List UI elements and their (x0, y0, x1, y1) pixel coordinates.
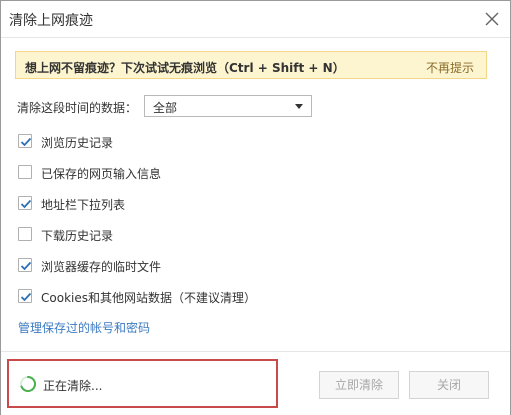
option-label: 地址栏下拉列表 (41, 198, 126, 212)
clear-browsing-data-dialog: 清除上网痕迹 想上网不留痕迹？下次试试无痕浏览（Ctrl + Shift + N… (0, 0, 511, 415)
incognito-tip-banner: 想上网不留痕迹？下次试试无痕浏览（Ctrl + Shift + N） 不再提示 (15, 51, 487, 79)
checkmark-icon (20, 292, 32, 302)
loading-spinner-icon (20, 375, 37, 392)
close-icon (485, 12, 499, 26)
time-range-value: 全部 (153, 101, 178, 115)
banner-text: 想上网不留痕迹？下次试试无痕浏览（Ctrl + Shift + N） (25, 61, 345, 75)
checkbox-cached-files[interactable] (18, 258, 32, 272)
checkmark-icon (20, 261, 32, 271)
close-button[interactable] (482, 9, 502, 29)
dialog-footer: 正在清除... 立即清除 关闭 (1, 351, 510, 415)
manage-passwords-link[interactable]: 管理保存过的帐号和密码 (18, 319, 150, 336)
time-range-select[interactable]: 全部 (144, 95, 312, 117)
checkbox-saved-form-data[interactable] (18, 165, 32, 179)
checkmark-icon (20, 199, 32, 209)
status-text: 正在清除... (43, 379, 103, 393)
clear-now-button[interactable]: 立即清除 (319, 371, 399, 399)
checkbox-address-bar-list[interactable] (18, 196, 32, 210)
checkmark-icon (20, 137, 32, 147)
option-label: 浏览器缓存的临时文件 (41, 260, 162, 274)
checkbox-download-history[interactable] (18, 227, 32, 241)
option-label: 已保存的网页输入信息 (41, 167, 162, 181)
checkbox-cookies[interactable] (18, 289, 32, 303)
dialog-title: 清除上网痕迹 (9, 13, 93, 29)
close-dialog-button[interactable]: 关闭 (409, 371, 489, 399)
option-label: 浏览历史记录 (41, 136, 114, 150)
clearing-status: 正在清除... (7, 359, 278, 408)
dont-show-again-link[interactable]: 不再提示 (426, 59, 474, 76)
checkbox-browsing-history[interactable] (18, 134, 32, 148)
dropdown-arrow-icon (295, 104, 303, 109)
option-label: Cookies和其他网站数据（不建议清理） (41, 291, 256, 305)
option-label: 下载历史记录 (41, 229, 114, 243)
dialog-titlebar: 清除上网痕迹 (1, 1, 510, 38)
time-range-label: 清除这段时间的数据： (17, 101, 138, 115)
